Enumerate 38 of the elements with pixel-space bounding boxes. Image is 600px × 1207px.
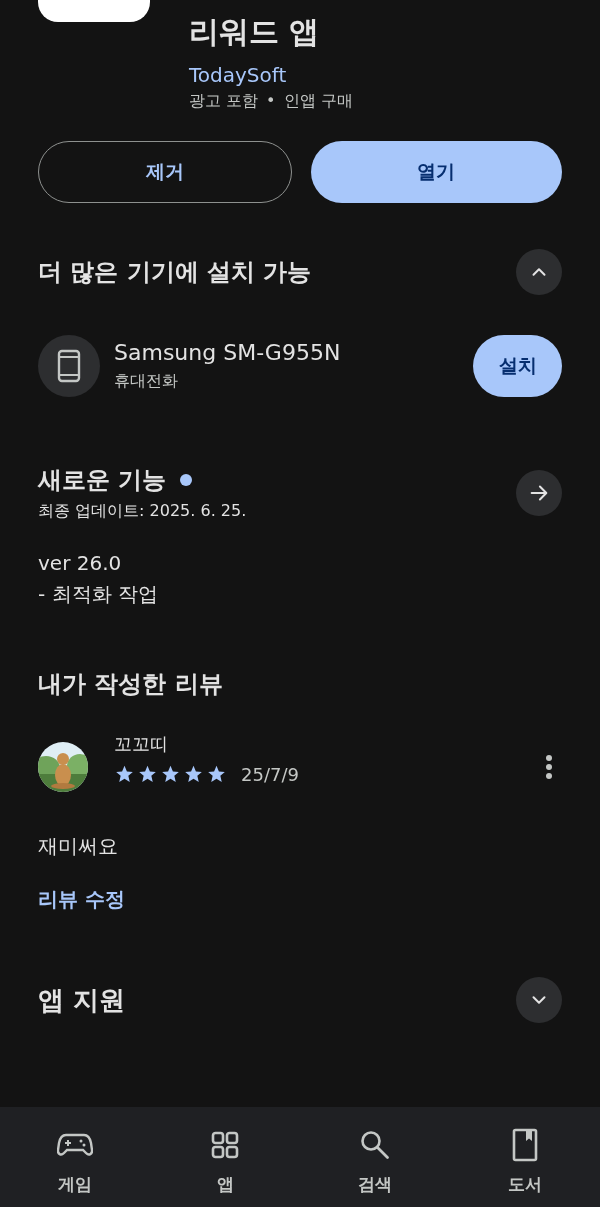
collapse-button[interactable]	[516, 249, 562, 295]
app-icon	[38, 0, 150, 22]
section-title: 앱 지원	[38, 983, 126, 1017]
expand-button[interactable]	[516, 977, 562, 1023]
star-icon	[206, 764, 227, 784]
install-button[interactable]: 설치	[473, 335, 562, 397]
app-tag: 광고 포함	[189, 89, 259, 113]
app-tag: 인앱 구매	[283, 89, 353, 113]
device-type: 휴대전화	[114, 370, 179, 392]
open-button[interactable]: 열기	[310, 141, 562, 203]
app-title: 리워드 앱	[189, 13, 321, 51]
star-icon	[183, 764, 204, 784]
arrow-button[interactable]	[516, 470, 562, 516]
star-icon	[114, 764, 135, 784]
review-date: 25/7/9	[241, 763, 299, 785]
section-title: 새로운 기능	[38, 465, 167, 496]
review-text: 재미써요	[38, 833, 119, 860]
section-title: 내가 작성한 리뷰	[38, 669, 224, 700]
separator-dot: •	[266, 90, 276, 112]
device-name: Samsung SM-G955N	[114, 339, 342, 367]
book-icon	[512, 1128, 538, 1162]
release-note: ver 26.0	[38, 550, 123, 577]
apps-grid-icon	[211, 1131, 239, 1159]
nav-tab[interactable]: 도서	[450, 1107, 600, 1207]
reviewer-name: 꼬꼬띠	[114, 732, 169, 756]
nav-tab[interactable]: 게임	[0, 1107, 150, 1207]
section-title: 더 많은 기기에 설치 가능	[38, 257, 312, 288]
star-icon	[160, 764, 181, 784]
gamepad-icon	[57, 1132, 93, 1158]
update-date: 최종 업데이트: 2025. 6. 25.	[38, 500, 247, 522]
developer-link[interactable]: TodaySoft	[189, 61, 353, 89]
nav-tab[interactable]: 검색	[300, 1107, 450, 1207]
more-icon[interactable]	[545, 754, 553, 780]
star-icon	[137, 764, 158, 784]
edit-review-link[interactable]: 리뷰 수정	[38, 884, 562, 914]
release-note: - 최적화 작업	[38, 581, 159, 608]
search-icon	[359, 1129, 391, 1161]
nav-tab[interactable]: 앱	[150, 1107, 300, 1207]
